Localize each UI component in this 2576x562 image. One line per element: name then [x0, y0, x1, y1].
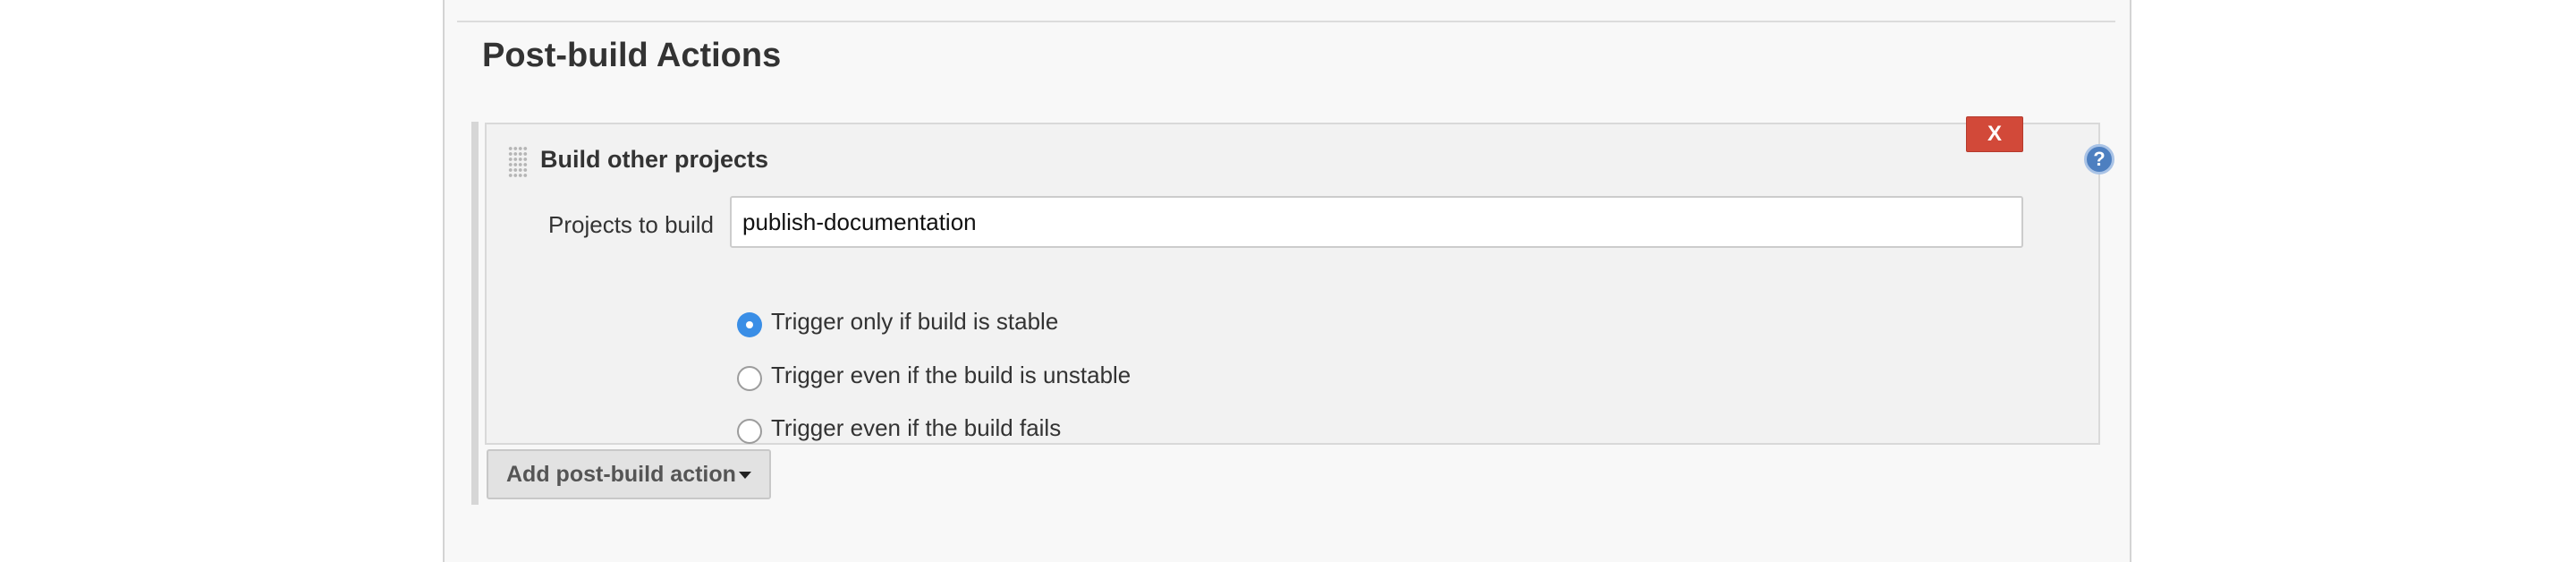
drag-handle-icon[interactable]: [508, 146, 528, 178]
delete-action-button[interactable]: X: [1966, 116, 2023, 152]
build-other-projects-block: Build other projects X ? Projects to bui…: [485, 116, 2114, 445]
post-build-actions-section: Post-build Actions Build other projects …: [443, 0, 2131, 562]
radio-label: Trigger even if the build is unstable: [771, 362, 1131, 388]
radio-label: Trigger even if the build fails: [771, 414, 1062, 441]
projects-to-build-input[interactable]: [730, 196, 2023, 248]
page: Post-build Actions Build other projects …: [0, 0, 2576, 562]
radio-button[interactable]: [737, 419, 762, 444]
section-divider: [457, 21, 2115, 22]
block-title: Build other projects: [540, 146, 769, 173]
caret-down-icon: [739, 472, 751, 479]
help-icon[interactable]: ?: [2084, 144, 2114, 175]
section-title: Post-build Actions: [482, 37, 782, 74]
radio-button[interactable]: [737, 366, 762, 391]
add-post-build-action-button[interactable]: Add post-build action: [487, 449, 771, 499]
section-rail: [471, 122, 479, 505]
radio-button-selected[interactable]: [737, 312, 762, 337]
add-action-label: Add post-build action: [506, 462, 736, 487]
radio-label: Trigger only if build is stable: [771, 308, 1059, 335]
projects-to-build-label: Projects to build: [548, 211, 714, 238]
